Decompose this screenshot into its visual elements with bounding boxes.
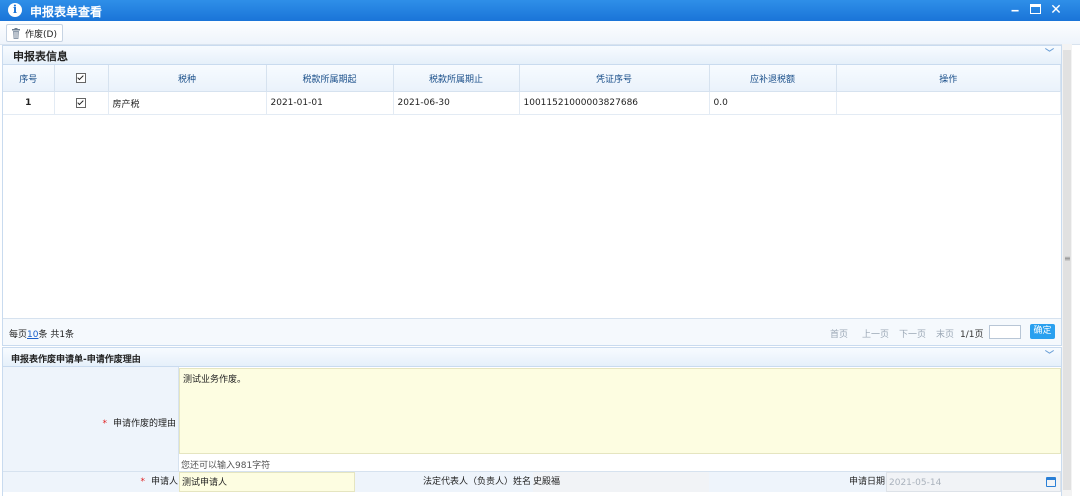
- section-header: 申报表信息 ﹀: [3, 46, 1061, 65]
- applicant-row: * 申请人 测试申请人 法定代表人（负责人）姓名 史殿福 申请日期 2021-05…: [3, 471, 1061, 492]
- row-checkbox[interactable]: [76, 97, 86, 108]
- void-button-label: 作废(D): [25, 29, 57, 40]
- legal-rep-label: 法定代表人（负责人）姓名: [422, 477, 531, 487]
- trash-icon: [12, 27, 20, 39]
- col-header-action: 操作: [836, 65, 1061, 92]
- applicant-label-cell: * 申请人: [3, 472, 178, 492]
- row-amount: 0.0: [709, 91, 837, 115]
- calendar-icon[interactable]: [1046, 477, 1056, 487]
- row-period-end: 2021-06-30: [393, 91, 520, 115]
- scroll-grip-icon: ≡: [1064, 254, 1071, 263]
- window-titlebar: i 申报表单查看 ‒ ✕: [0, 0, 1080, 21]
- close-icon[interactable]: ✕: [1049, 3, 1063, 17]
- per-page-suffix: 条 共1条: [38, 330, 75, 340]
- minimize-icon[interactable]: ‒: [1008, 3, 1022, 17]
- vertical-scrollbar[interactable]: [1062, 44, 1072, 496]
- chevron-down-icon[interactable]: ﹀: [1045, 49, 1055, 59]
- date-value: 2021-05-14: [889, 478, 942, 488]
- toolbar: 作废(D): [0, 21, 1080, 45]
- legal-rep-value: 史殿福: [533, 472, 709, 492]
- info-icon: i: [8, 3, 22, 17]
- per-page-link[interactable]: 10: [27, 330, 38, 340]
- per-page-prefix: 每页: [9, 330, 28, 340]
- window-title: 申报表单查看: [30, 5, 103, 19]
- required-mark: *: [140, 477, 145, 487]
- reason-label-cell: * 申请作废的理由: [3, 367, 179, 471]
- col-header-tax-type: 税种: [108, 65, 267, 92]
- row-action: [836, 91, 1061, 115]
- void-request-panel: 申报表作废申请单-申请作废理由 ﹀ * 申请作废的理由 测试业务作废。 您还可以输…: [2, 347, 1062, 496]
- maximize-icon[interactable]: [1028, 3, 1042, 17]
- char-counter: 您还可以输入981字符: [181, 461, 271, 471]
- next-page-button[interactable]: 下一页: [899, 327, 926, 340]
- select-all-checkbox[interactable]: [76, 72, 86, 83]
- scrollbar-thumb[interactable]: [1063, 50, 1071, 490]
- row-index: 1: [3, 91, 55, 115]
- col-header-index: 序号: [3, 65, 55, 92]
- row-select-cell[interactable]: [54, 91, 109, 115]
- reason-label-wrap: * 申请作废的理由: [102, 416, 176, 429]
- page-go-button[interactable]: 确定: [1030, 324, 1055, 339]
- required-mark: *: [102, 419, 107, 429]
- table-header-row: 序号 税种 税款所属期起 税款所属期止 凭证序号 应补退税额 操作: [3, 65, 1061, 92]
- applicant-label: 申请人: [150, 477, 178, 487]
- date-label: 申请日期: [848, 477, 885, 487]
- chevron-down-icon[interactable]: ﹀: [1045, 351, 1055, 361]
- col-header-period-start: 税款所属期起: [266, 65, 394, 92]
- row-tax-type: 房产税: [108, 91, 267, 115]
- row-period-start: 2021-01-01: [266, 91, 394, 115]
- applicant-input[interactable]: 测试申请人: [179, 472, 355, 492]
- col-header-select[interactable]: [54, 65, 109, 92]
- col-header-voucher: 凭证序号: [519, 65, 710, 92]
- last-page-button[interactable]: 末页: [936, 327, 954, 340]
- reason-textarea[interactable]: 测试业务作废。: [179, 368, 1061, 454]
- page-jump-input[interactable]: [989, 325, 1021, 339]
- section-title: 申报表信息: [13, 50, 68, 63]
- form-section-title: 申报表作废申请单-申请作废理由: [11, 355, 141, 365]
- pager-summary: 每页10条 共1条: [9, 327, 74, 340]
- row-voucher-no: 10011521000003827686: [519, 91, 710, 115]
- date-input[interactable]: 2021-05-14: [886, 472, 1061, 492]
- col-header-amount: 应补退税额: [709, 65, 837, 92]
- reason-label: 申请作废的理由: [112, 419, 176, 429]
- table-row[interactable]: 1 房产税 2021-01-01 2021-06-30 100115210000…: [3, 91, 1061, 115]
- declaration-table: 序号 税种 税款所属期起 税款所属期止 凭证序号 应补退税额 操作 1 房产税 …: [3, 65, 1061, 115]
- pagination-bar: 每页10条 共1条 首页 上一页 下一页 末页 1/1页 确定: [3, 318, 1061, 345]
- declaration-panel: 申报表信息 ﹀ 序号 税种 税款所属期起 税款所属期止 凭证序号 应补退税额 操…: [2, 45, 1062, 346]
- void-button[interactable]: 作废(D): [6, 24, 63, 42]
- col-header-period-end: 税款所属期止: [393, 65, 520, 92]
- first-page-button[interactable]: 首页: [830, 327, 848, 340]
- page-info: 1/1页: [960, 330, 984, 340]
- form-section-header: 申报表作废申请单-申请作废理由 ﹀: [3, 348, 1061, 367]
- prev-page-button[interactable]: 上一页: [862, 327, 889, 340]
